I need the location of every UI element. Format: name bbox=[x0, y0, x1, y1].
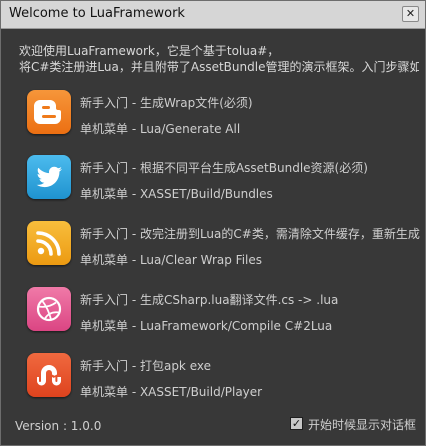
welcome-window: Welcome to LuaFramework ✕ 欢迎使用LuaFramewo… bbox=[0, 0, 426, 446]
checkmark-icon: ✓ bbox=[291, 417, 302, 430]
stumbleupon-icon[interactable] bbox=[27, 353, 71, 397]
step-text: 新手入门 - 改完注册到Lua的C#类，需清除文件缓存，重新生成 bbox=[80, 227, 420, 241]
rss-icon[interactable] bbox=[27, 221, 71, 265]
menu-path-text: 单机菜单 - Lua/Generate All bbox=[80, 122, 241, 136]
step-item-compile-csharp: 新手入门 - 生成CSharp.lua翻译文件.cs -> .lua 单机菜单 … bbox=[1, 287, 425, 347]
dribbble-icon[interactable] bbox=[27, 287, 71, 331]
blogger-icon[interactable] bbox=[27, 90, 71, 134]
show-on-start-label: 开始时候显示对话框 bbox=[308, 418, 417, 432]
welcome-content: 欢迎使用LuaFramework，它是个基于tolua#， 将C#类注册进Lua… bbox=[1, 29, 425, 445]
show-on-start-checkbox[interactable]: ✓ bbox=[290, 417, 303, 430]
step-text: 新手入门 - 打包apk exe bbox=[80, 359, 211, 373]
menu-path-text: 单机菜单 - XASSET/Build/Bundles bbox=[80, 187, 273, 201]
step-item-build-player: 新手入门 - 打包apk exe 单机菜单 - XASSET/Build/Pla… bbox=[1, 353, 425, 413]
intro-line-2: 将C#类注册进Lua，并且附带了AssetBundle管理的演示框架。入门步骤如 bbox=[19, 60, 419, 74]
version-label: Version : 1.0.0 bbox=[15, 419, 102, 433]
intro-line-1: 欢迎使用LuaFramework，它是个基于tolua#， bbox=[19, 44, 280, 58]
twitter-icon[interactable] bbox=[27, 155, 71, 199]
intro-text: 欢迎使用LuaFramework，它是个基于tolua#， 将C#类注册进Lua… bbox=[19, 43, 419, 75]
menu-path-text: 单机菜单 - LuaFramework/Compile C#2Lua bbox=[80, 319, 333, 333]
close-button[interactable]: ✕ bbox=[402, 6, 419, 22]
step-item-build-bundles: 新手入门 - 根据不同平台生成AssetBundle资源(必须) 单机菜单 - … bbox=[1, 155, 425, 215]
show-on-start-toggle[interactable]: ✓ 开始时候显示对话框 bbox=[290, 416, 420, 432]
step-text: 新手入门 - 根据不同平台生成AssetBundle资源(必须) bbox=[80, 161, 368, 175]
step-item-clear-wrap: 新手入门 - 改完注册到Lua的C#类，需清除文件缓存，重新生成 单机菜单 - … bbox=[1, 221, 425, 281]
step-text: 新手入门 - 生成Wrap文件(必须) bbox=[80, 96, 253, 110]
step-item-generate-wrap: 新手入门 - 生成Wrap文件(必须) 单机菜单 - Lua/Generate … bbox=[1, 90, 425, 150]
close-icon: ✕ bbox=[405, 7, 416, 20]
menu-path-text: 单机菜单 - XASSET/Build/Player bbox=[80, 385, 263, 399]
step-text: 新手入门 - 生成CSharp.lua翻译文件.cs -> .lua bbox=[80, 293, 339, 307]
window-title: Welcome to LuaFramework bbox=[9, 6, 185, 21]
menu-path-text: 单机菜单 - Lua/Clear Wrap Files bbox=[80, 253, 263, 267]
title-bar[interactable]: Welcome to LuaFramework ✕ bbox=[1, 1, 425, 29]
